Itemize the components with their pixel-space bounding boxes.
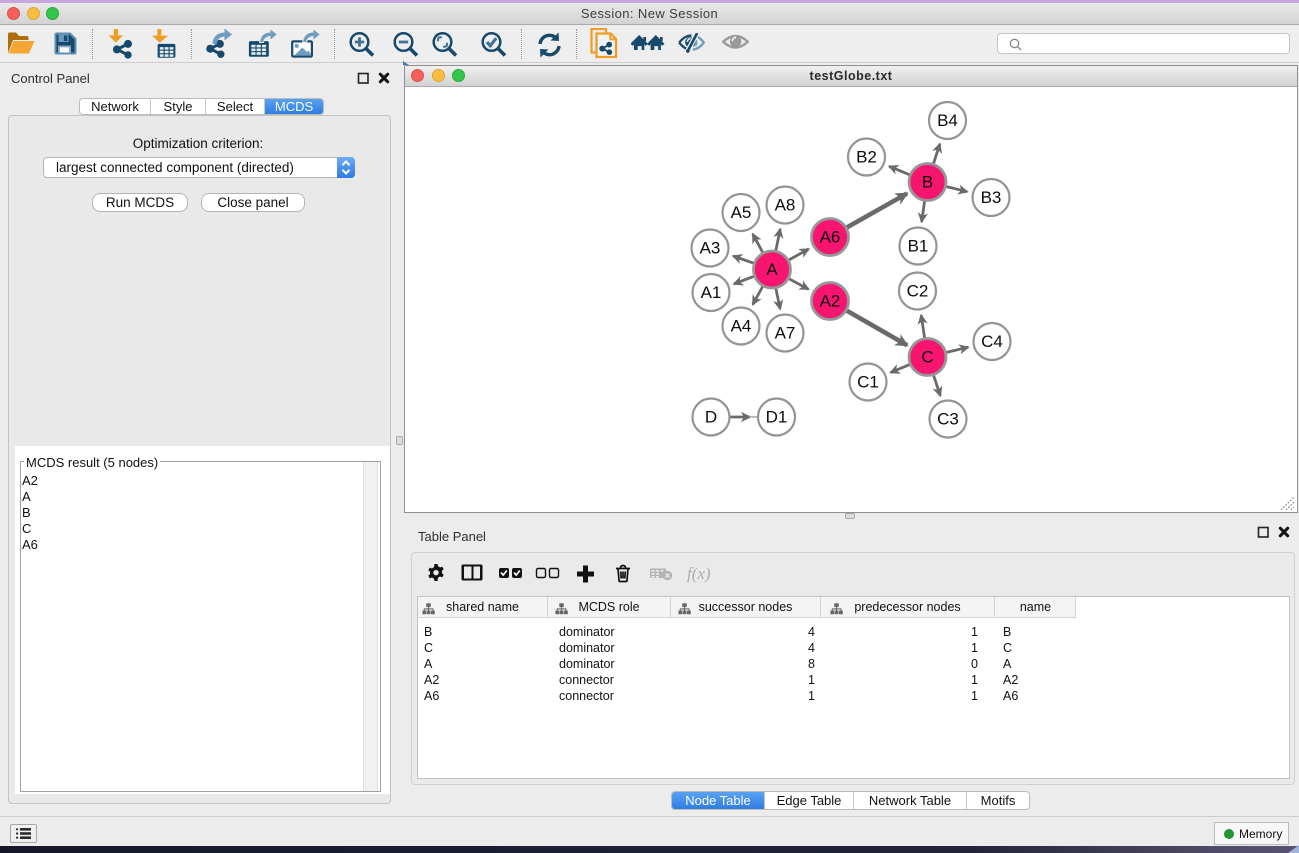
svg-text:A4: A4: [731, 317, 752, 336]
svg-text:B: B: [922, 173, 933, 192]
svg-text:A8: A8: [775, 196, 796, 215]
svg-text:B4: B4: [937, 111, 958, 130]
svg-text:A7: A7: [775, 324, 796, 343]
svg-text:C: C: [921, 348, 933, 367]
svg-text:B1: B1: [908, 237, 929, 256]
svg-text:A1: A1: [701, 283, 722, 302]
svg-text:C2: C2: [907, 282, 929, 301]
svg-text:A6: A6: [820, 228, 841, 247]
svg-text:D: D: [705, 408, 717, 427]
svg-text:B3: B3: [981, 188, 1002, 207]
svg-text:f(x): f(x): [687, 564, 711, 583]
svg-text:B2: B2: [856, 148, 877, 167]
svg-text:C4: C4: [981, 332, 1003, 351]
svg-text:C1: C1: [857, 373, 879, 392]
svg-text:A3: A3: [700, 239, 721, 258]
svg-text:C3: C3: [937, 410, 959, 429]
svg-text:A5: A5: [731, 203, 752, 222]
svg-text:D1: D1: [766, 408, 788, 427]
svg-text:A: A: [766, 260, 778, 279]
svg-text:A2: A2: [820, 292, 841, 311]
